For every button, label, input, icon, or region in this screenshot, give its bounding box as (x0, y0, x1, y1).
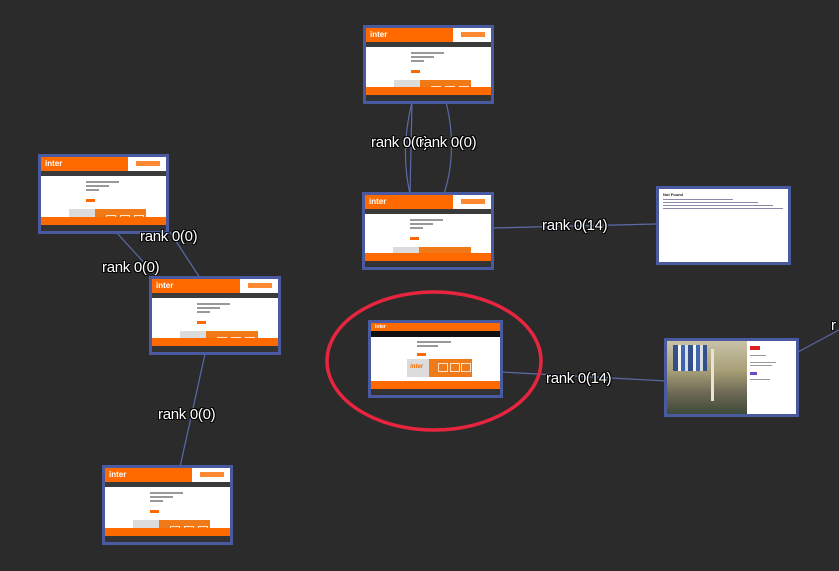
node-photo-page[interactable] (664, 338, 799, 417)
node-middle-center[interactable]: inter inter (362, 192, 494, 270)
edge-label: rank 0(0) (158, 406, 216, 423)
edge-label: rank 0(0) (419, 134, 477, 151)
node-middle-selected[interactable]: inter inter (368, 320, 503, 398)
thumb-page-title: Not Found (663, 192, 683, 197)
thumb-header: inter (366, 28, 491, 42)
edge-label: rank 0(0) (140, 228, 198, 245)
edge-label: rank 0(14) (546, 370, 612, 387)
edge-label-cut: r (831, 317, 836, 334)
edge-label: rank 0(14) (542, 217, 608, 234)
node-left-middle[interactable]: inter inter (149, 276, 281, 355)
node-top-center[interactable]: inter inter (363, 25, 494, 104)
thumb-logo: inter (370, 30, 388, 39)
edge-label: rank 0(0) (102, 259, 160, 276)
node-not-found-page[interactable]: Not Found (656, 186, 791, 265)
node-left-top[interactable]: inter inter (38, 154, 169, 234)
node-bottom-left[interactable]: inter inter (102, 465, 233, 545)
